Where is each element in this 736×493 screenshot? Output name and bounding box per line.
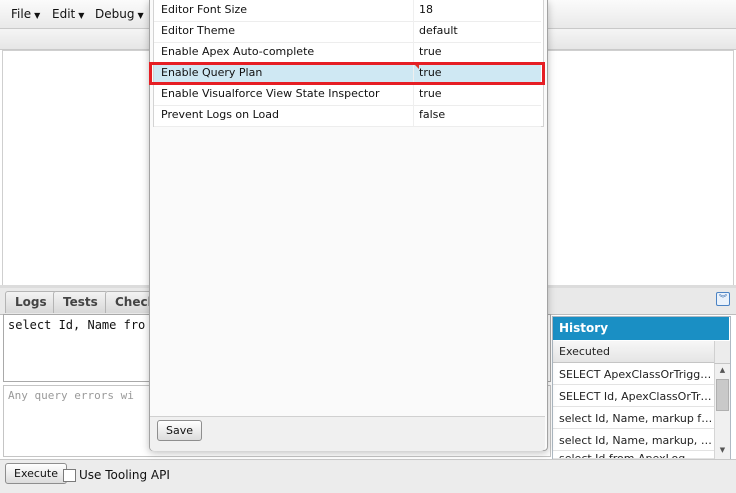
menu-file-label: File	[11, 7, 32, 21]
tab-logs[interactable]: Logs	[5, 291, 57, 313]
menu-file[interactable]: File ▼	[0, 0, 40, 28]
use-tooling-api-checkbox[interactable]	[63, 469, 76, 482]
setting-row-apex-autocomplete[interactable]: Enable Apex Auto-complete true	[154, 42, 541, 64]
tab-tests[interactable]: Tests	[53, 291, 108, 313]
execute-button[interactable]: Execute	[5, 463, 67, 484]
setting-row-editor-theme[interactable]: Editor Theme default	[154, 21, 541, 43]
setting-row-viewstate-inspector[interactable]: Enable Visualforce View State Inspector …	[154, 84, 541, 106]
history-item[interactable]: SELECT Id, ApexClassOrTrig...	[553, 386, 714, 407]
history-item[interactable]: select Id, Name, markup, co...	[553, 430, 714, 451]
history-item[interactable]: SELECT ApexClassOrTrigger...	[553, 364, 714, 385]
use-tooling-api-label: Use Tooling API	[79, 468, 170, 482]
highlight-annotation	[149, 62, 545, 85]
column-divider	[413, 105, 414, 126]
history-column-corner	[714, 341, 730, 364]
setting-value[interactable]: default	[419, 21, 458, 41]
setting-name: Enable Visualforce View State Inspector	[161, 87, 380, 100]
collapse-panel-icon[interactable]: ︾	[716, 292, 730, 306]
history-item[interactable]: select Id, Name, markup fro...	[553, 408, 714, 429]
history-title: History	[553, 317, 729, 340]
history-item[interactable]: select Id from ApexLog	[553, 452, 714, 459]
menu-debug-label: Debug	[95, 7, 135, 21]
dialog-footer	[150, 416, 545, 451]
setting-name: Prevent Logs on Load	[161, 108, 280, 121]
caret-down-icon: ▼	[34, 11, 41, 20]
setting-value[interactable]: true	[419, 84, 442, 104]
setting-name: Editor Theme	[161, 24, 235, 37]
menu-edit-label: Edit	[52, 7, 76, 21]
menu-edit[interactable]: Edit ▼	[41, 0, 84, 28]
save-button[interactable]: Save	[157, 420, 203, 441]
history-scroll-thumb[interactable]	[716, 379, 729, 411]
column-divider	[413, 84, 414, 105]
history-column-header[interactable]: Executed	[553, 341, 714, 363]
setting-row-prevent-logs[interactable]: Prevent Logs on Load false	[154, 105, 541, 127]
setting-row-editor-font-size[interactable]: Editor Font Size 18	[154, 0, 541, 22]
setting-value[interactable]: 18	[419, 0, 433, 20]
scroll-up-icon[interactable]: ▲	[715, 364, 730, 376]
caret-down-icon: ▼	[137, 11, 144, 20]
setting-name: Editor Font Size	[161, 3, 248, 16]
menu-debug[interactable]: Debug ▼	[84, 0, 144, 28]
setting-value[interactable]: true	[419, 42, 442, 62]
column-divider	[413, 0, 414, 21]
scroll-down-icon[interactable]: ▼	[715, 444, 730, 456]
column-divider	[413, 21, 414, 42]
setting-name: Enable Apex Auto-complete	[161, 45, 315, 58]
setting-value[interactable]: false	[419, 105, 445, 125]
column-divider	[413, 42, 414, 63]
